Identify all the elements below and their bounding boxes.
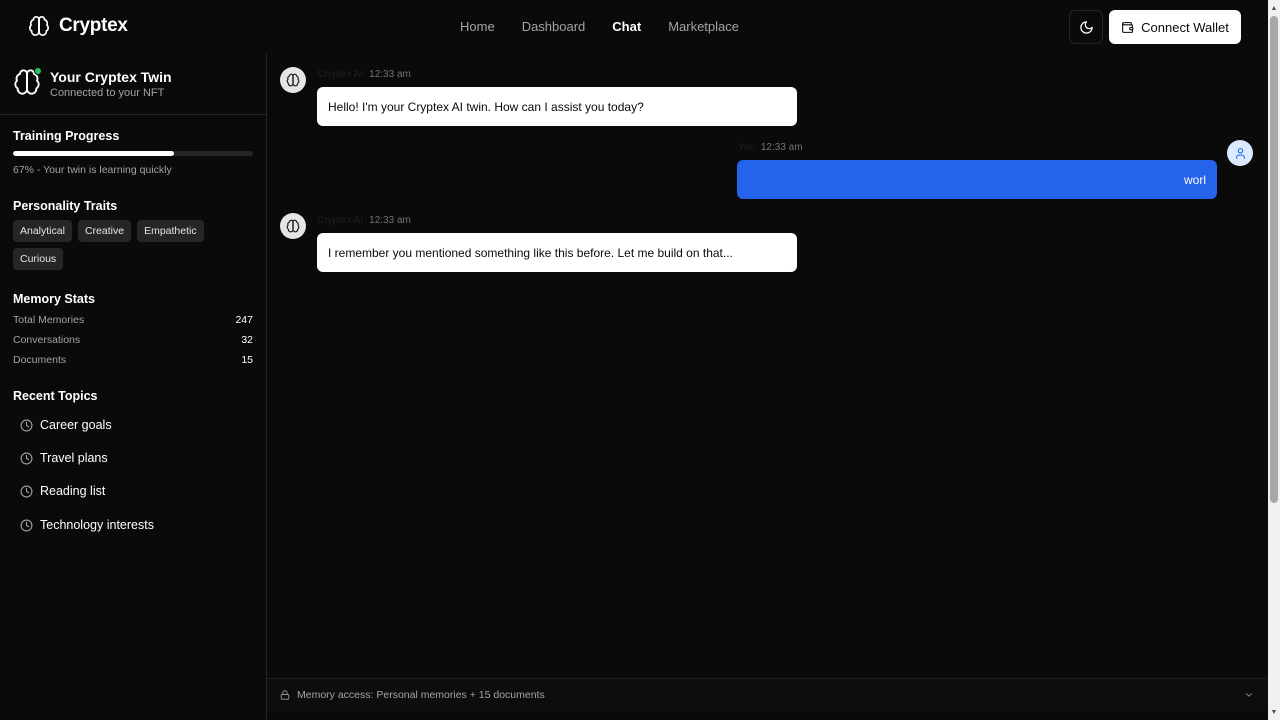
connect-wallet-label: Connect Wallet [1141,19,1229,35]
topic-label: Technology interests [40,518,154,532]
topic-label: Travel plans [40,451,108,465]
main-nav: Home Dashboard Chat Marketplace [460,19,766,34]
stat-row-conversations: Conversations 32 [13,334,253,346]
training-progress-title: Training Progress [13,129,120,143]
scroll-up-arrow-icon[interactable]: ▲ [1270,4,1278,12]
user-avatar [1227,140,1253,166]
clock-icon [20,519,33,531]
training-progress-text: 67% - Your twin is learning quickly [13,164,172,176]
scroll-down-arrow-icon[interactable]: ▼ [1270,708,1278,716]
theme-toggle-button[interactable] [1069,10,1103,44]
trait-badge: Curious [13,248,64,270]
stat-value: 32 [241,334,253,346]
topic-item-travel-plans[interactable]: Travel plans [20,451,108,465]
brand-name: Cryptex [59,15,128,36]
clock-icon [20,485,33,497]
trait-badge: Creative [77,220,132,242]
stat-row-documents: Documents 15 [13,354,253,366]
scrollbar-thumb[interactable] [1270,16,1278,503]
stat-label: Documents [13,354,67,366]
brand-logo[interactable]: Cryptex [28,15,128,37]
chat-area: Cryptex AI 12:33 am Hello! I'm your Cryp… [267,54,1268,678]
trait-list: Analytical Creative Empathetic Curious [13,220,253,270]
stat-value: 15 [241,354,253,366]
twin-header: Your Cryptex Twin Connected to your NFT [0,54,266,115]
user-message-bubble: worl [737,160,1217,199]
stat-label: Conversations [13,334,81,346]
personality-traits-title: Personality Traits [13,199,118,213]
message-sender: Cryptex AI [317,215,364,226]
message-sender: You [738,142,755,153]
memory-access-toggle[interactable]: Memory access: Personal memories + 15 do… [267,678,1268,711]
memory-stats-title: Memory Stats [13,292,95,306]
twin-title: Your Cryptex Twin [50,69,172,85]
chevron-down-icon [1246,693,1252,697]
bot-message-bubble: I remember you mentioned something like … [317,233,797,272]
trait-badge: Analytical [13,220,72,242]
message-meta: You 12:33 am [738,142,803,153]
nav-marketplace[interactable]: Marketplace [668,19,739,34]
nav-home[interactable]: Home [460,19,495,34]
training-progress-fill [13,151,174,156]
clock-icon [20,419,33,431]
message-time: 12:33 am [369,69,411,80]
top-header: Cryptex Home Dashboard Chat Marketplace … [0,0,1268,54]
topic-item-technology-interests[interactable]: Technology interests [20,518,154,532]
brain-icon [286,219,300,233]
connect-wallet-button[interactable]: Connect Wallet [1109,10,1241,44]
online-status-dot [34,67,42,75]
topic-label: Career goals [40,418,112,432]
stat-label: Total Memories [13,314,85,326]
wallet-icon [1122,21,1134,33]
message-time: 12:33 am [369,215,411,226]
bot-message-bubble: Hello! I'm your Cryptex AI twin. How can… [317,87,797,126]
lock-icon [280,690,290,700]
page-scrollbar[interactable]: ▲ ▼ [1268,0,1280,720]
trait-badge: Empathetic [137,220,204,242]
brain-icon [286,73,300,87]
message-meta: Cryptex AI 12:33 am [317,215,411,226]
stat-row-total-memories: Total Memories 247 [13,314,253,326]
twin-subtitle: Connected to your NFT [50,87,165,99]
nav-dashboard[interactable]: Dashboard [522,19,586,34]
message-meta: Cryptex AI 12:33 am [317,69,411,80]
stat-value: 247 [235,314,253,326]
moon-icon [1079,20,1093,34]
bot-avatar [280,67,306,93]
memory-access-text: Memory access: Personal memories + 15 do… [297,689,545,701]
message-sender: Cryptex AI [317,69,364,80]
recent-topics-title: Recent Topics [13,389,98,403]
clock-icon [20,452,33,464]
brain-icon [29,16,49,36]
user-icon [1235,147,1245,159]
nav-chat[interactable]: Chat [612,19,641,34]
training-progress-bar [13,151,253,156]
message-time: 12:33 am [760,142,803,153]
topic-item-career-goals[interactable]: Career goals [20,418,112,432]
sidebar: Your Cryptex Twin Connected to your NFT … [0,54,267,720]
bot-avatar [280,213,306,239]
topic-item-reading-list[interactable]: Reading list [20,484,105,498]
topic-label: Reading list [40,484,106,498]
